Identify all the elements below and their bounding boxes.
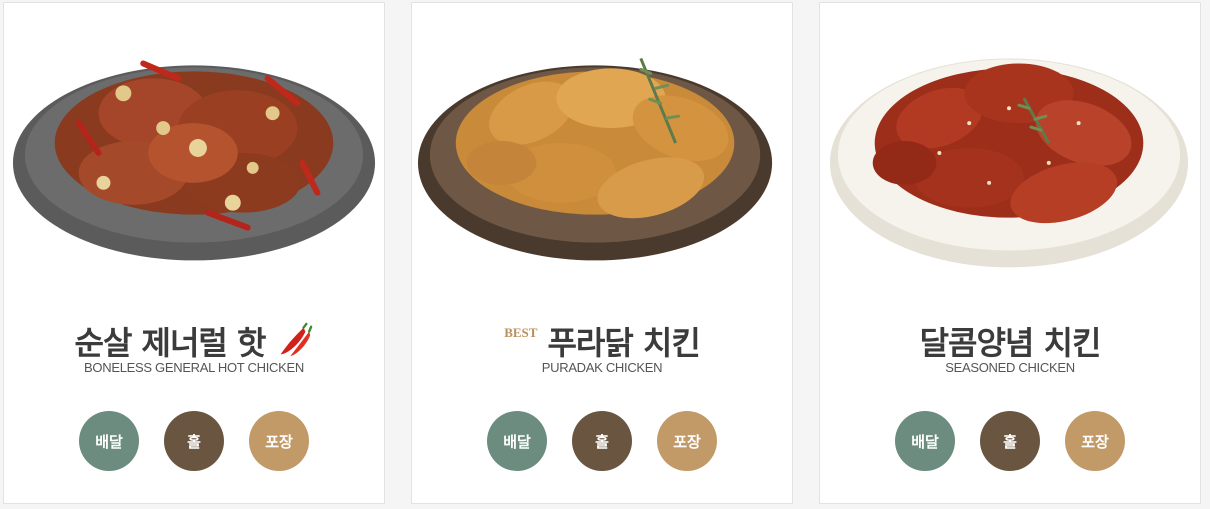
menu-subtitle: PURADAK CHICKEN (541, 360, 663, 375)
best-badge: BEST (504, 325, 538, 340)
boneless-general-hot-chicken-photo[interactable] (4, 3, 384, 293)
seasoned-chicken-photo[interactable] (820, 3, 1200, 293)
menu-card-seasoned[interactable]: 달콤양념 치킨 SEASONED CHICKEN 배달 홀 포장 (819, 2, 1201, 504)
chili-pepper-icon (275, 322, 313, 360)
takeout-button[interactable]: 포장 (249, 411, 309, 471)
menu-card-puradak[interactable]: BEST 푸라닭 치킨 PURADAK CHICKEN 배달 홀 포장 (411, 2, 793, 504)
menu-title: 푸라닭 치킨 (547, 324, 700, 362)
menu-subtitle: SEASONED CHICKEN (945, 360, 1075, 375)
hall-button[interactable]: 홀 (980, 411, 1040, 471)
delivery-button[interactable]: 배달 (895, 411, 955, 471)
takeout-button[interactable]: 포장 (657, 411, 717, 471)
menu-title: 순살 제너럴 핫 (74, 324, 267, 362)
hall-button[interactable]: 홀 (572, 411, 632, 471)
menu-title: 달콤양념 치킨 (919, 324, 1102, 362)
hall-button[interactable]: 홀 (164, 411, 224, 471)
menu-card-general-hot[interactable]: 순살 제너럴 핫 BONELESS GENERAL HOT CHICKEN 배달… (3, 2, 385, 504)
delivery-button[interactable]: 배달 (487, 411, 547, 471)
puradak-chicken-photo[interactable] (412, 3, 792, 293)
takeout-button[interactable]: 포장 (1065, 411, 1125, 471)
menu-subtitle: BONELESS GENERAL HOT CHICKEN (84, 360, 304, 375)
delivery-button[interactable]: 배달 (79, 411, 139, 471)
